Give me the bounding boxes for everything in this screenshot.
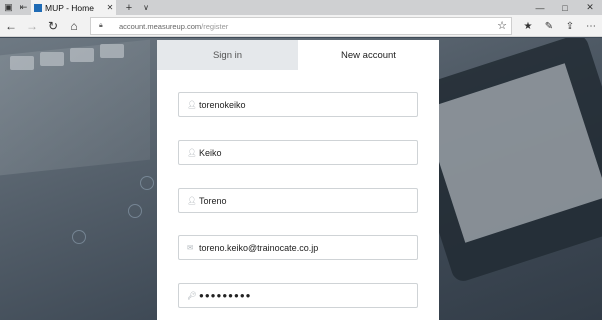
browser-navigation-bar: ← → ↻ ⌂ 🔒︎ account.measureup.com/registe… xyxy=(0,15,602,37)
first-name-field[interactable]: 👤︎ Keiko xyxy=(178,140,418,165)
browser-tab-strip: ▣ ⇤ MUP - Home ✕ + ∨ — □ ✕ xyxy=(0,0,602,15)
tab-new-account[interactable]: New account xyxy=(298,40,439,70)
last-name-value: Toreno xyxy=(199,195,227,206)
browser-tab-active[interactable]: MUP - Home ✕ xyxy=(31,0,116,15)
tab-sign-in[interactable]: Sign in xyxy=(157,40,298,70)
account-form-card: Sign in New account 👤︎ torenokeiko 👤︎ Ke… xyxy=(157,40,439,320)
url-path: /register xyxy=(201,21,229,31)
close-window-button[interactable]: ✕ xyxy=(578,0,602,15)
refresh-icon[interactable]: ↻ xyxy=(45,18,61,34)
pen-icon[interactable]: ✎ xyxy=(541,18,557,34)
site-favicon-icon xyxy=(34,3,42,12)
new-tab-button[interactable]: + xyxy=(123,0,135,15)
home-icon[interactable]: ⌂ xyxy=(66,18,82,34)
user-icon: 👤︎ xyxy=(187,196,197,205)
form-tabs: Sign in New account xyxy=(157,40,439,70)
minimize-button[interactable]: — xyxy=(528,0,552,15)
last-name-field[interactable]: 👤︎ Toreno xyxy=(178,188,418,213)
password-value: ●●●●●●●●● xyxy=(199,291,252,300)
favorites-icon[interactable]: ★ xyxy=(520,18,536,34)
first-name-value: Keiko xyxy=(199,147,222,158)
username-value: torenokeiko xyxy=(199,99,246,110)
forward-arrow-icon[interactable]: → xyxy=(24,18,40,34)
key-icon: 🔑︎ xyxy=(187,291,197,300)
url-host: account.measureup.com xyxy=(119,21,202,31)
browser-tab-title: MUP - Home xyxy=(45,2,94,13)
tab-list-button[interactable]: ∨ xyxy=(140,0,152,15)
user-icon: 👤︎ xyxy=(187,148,197,157)
share-icon[interactable]: ⇪ xyxy=(562,18,578,34)
more-icon[interactable]: ⋯ xyxy=(583,18,599,34)
email-field[interactable]: ✉ toreno.keiko@trainocate.co.jp xyxy=(178,235,418,260)
envelope-icon: ✉ xyxy=(187,243,194,252)
password-field[interactable]: 🔑︎ ●●●●●●●●● xyxy=(178,283,418,308)
back-arrow-icon[interactable]: ← xyxy=(3,18,19,34)
lock-icon: 🔒︎ xyxy=(99,22,103,29)
close-tab-icon[interactable]: ✕ xyxy=(104,3,116,12)
user-icon: 👤︎ xyxy=(187,100,197,109)
star-icon[interactable]: ☆ xyxy=(497,19,507,32)
address-bar[interactable]: 🔒︎ account.measureup.com/register ☆ xyxy=(90,17,512,35)
tab-preview-icon[interactable]: ▣ xyxy=(1,0,16,15)
maximize-button[interactable]: □ xyxy=(553,0,577,15)
email-value: toreno.keiko@trainocate.co.jp xyxy=(199,242,319,253)
username-field[interactable]: 👤︎ torenokeiko xyxy=(178,92,418,117)
set-tabs-aside-icon[interactable]: ⇤ xyxy=(16,0,31,15)
